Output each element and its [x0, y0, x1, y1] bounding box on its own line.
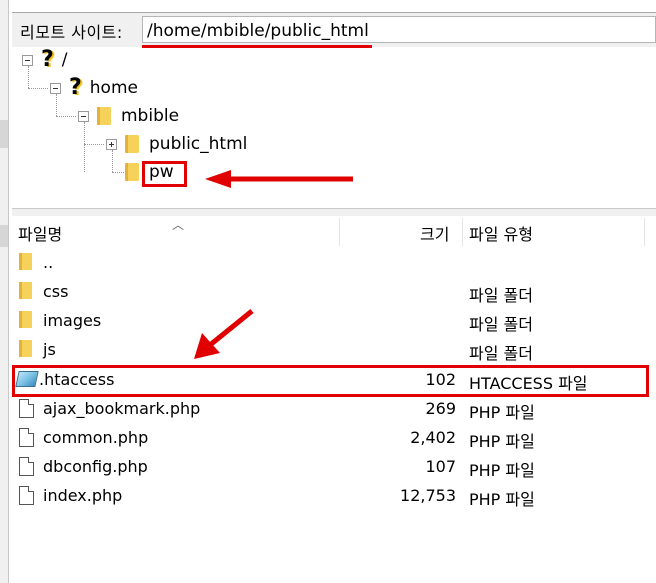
file-type: 파일 폴더: [469, 286, 533, 305]
file-name: ajax_bookmark.php: [43, 399, 201, 418]
folder-icon: [19, 311, 32, 328]
file-size: 12,753: [400, 486, 456, 505]
file-row-common[interactable]: common.php 2,402 PHP 파일: [12, 424, 656, 453]
file-name: css: [43, 282, 69, 301]
file-size: 107: [425, 457, 456, 476]
tree-node-root[interactable]: ? /: [22, 48, 68, 72]
annotation-highlight-box: [12, 365, 649, 397]
tree-node-label: /: [61, 50, 68, 70]
file-row-ajax-bookmark[interactable]: ajax_bookmark.php 269 PHP 파일: [12, 395, 656, 424]
file-type: PHP 파일: [469, 490, 535, 509]
folder-icon: [125, 163, 139, 181]
folder-icon: [19, 340, 32, 357]
expand-icon[interactable]: [106, 138, 117, 150]
file-size: 2,402: [410, 428, 456, 447]
file-type: 파일 폴더: [469, 315, 533, 334]
column-header-type[interactable]: 파일 유형: [469, 221, 533, 245]
column-separator[interactable]: [462, 218, 463, 246]
file-name: js: [43, 340, 56, 359]
file-list: ︿ 파일명 크기 파일 유형 .. css 파일 폴더 images 파일 폴더: [12, 216, 656, 583]
file-row-js[interactable]: js 파일 폴더: [12, 336, 656, 365]
file-row-images[interactable]: images 파일 폴더: [12, 307, 656, 336]
folder-icon: [125, 135, 139, 153]
file-icon: [19, 428, 34, 447]
tree-node-public-html[interactable]: public_html: [106, 132, 247, 156]
annotation-arrow-icon: [194, 309, 254, 359]
file-type: PHP 파일: [469, 461, 535, 480]
tree-connector: [84, 122, 85, 172]
file-name: ..: [43, 253, 54, 272]
collapse-icon[interactable]: [78, 110, 89, 122]
tree-node-label: mbible: [121, 106, 180, 126]
left-splitter[interactable]: [0, 0, 9, 583]
file-name: common.php: [43, 428, 149, 447]
tree-node-mbible[interactable]: mbible: [78, 104, 179, 128]
remote-path-input[interactable]: /home/mbible/public_html: [142, 16, 656, 43]
remote-site-bar: 리모트 사이트: /home/mbible/public_html: [12, 12, 656, 47]
file-name: images: [43, 311, 102, 330]
collapse-icon[interactable]: [22, 54, 33, 66]
file-type: PHP 파일: [469, 432, 535, 451]
file-row-index[interactable]: index.php 12,753 PHP 파일: [12, 482, 656, 511]
file-row-dbconfig[interactable]: dbconfig.php 107 PHP 파일: [12, 453, 656, 482]
file-size: 269: [425, 399, 456, 418]
folder-icon: [19, 253, 32, 270]
file-icon: [19, 457, 34, 476]
tree-connector: [56, 116, 76, 117]
remote-path-value: /home/mbible/public_html: [147, 21, 369, 41]
file-type: 파일 폴더: [469, 344, 533, 363]
column-separator[interactable]: [644, 218, 645, 246]
tree-node-label: public_html: [149, 134, 248, 154]
file-type: PHP 파일: [469, 403, 535, 422]
tree-connector: [28, 88, 48, 89]
column-separator[interactable]: [339, 218, 340, 246]
column-header-name[interactable]: 파일명: [18, 221, 62, 245]
sort-ascending-icon: ︿: [172, 218, 185, 232]
ftp-remote-pane: 리모트 사이트: /home/mbible/public_html ? / ? …: [0, 0, 656, 583]
tree-node-label: home: [89, 78, 138, 98]
file-icon: [19, 486, 34, 505]
file-row-css[interactable]: css 파일 폴더: [12, 278, 656, 307]
splitter-grip: [0, 120, 8, 148]
question-icon: ?: [41, 47, 54, 72]
collapse-icon[interactable]: [50, 82, 61, 94]
column-header-size[interactable]: 크기: [420, 221, 449, 245]
remote-site-label: 리모트 사이트:: [20, 23, 123, 42]
file-name: index.php: [43, 486, 123, 505]
file-icon: [19, 399, 34, 418]
folder-icon: [97, 107, 111, 125]
folder-icon: [19, 282, 32, 299]
annotation-arrow-icon: [205, 170, 353, 188]
annotation-highlight-box: [142, 161, 187, 187]
file-name: dbconfig.php: [43, 457, 148, 476]
tree-node-home[interactable]: ? home: [50, 76, 138, 100]
splitter-grip: [0, 225, 8, 247]
question-icon: ?: [69, 75, 82, 100]
file-row-parent[interactable]: ..: [12, 249, 656, 278]
tree-connector: [84, 144, 104, 145]
list-header: ︿ 파일명 크기 파일 유형: [12, 216, 656, 248]
